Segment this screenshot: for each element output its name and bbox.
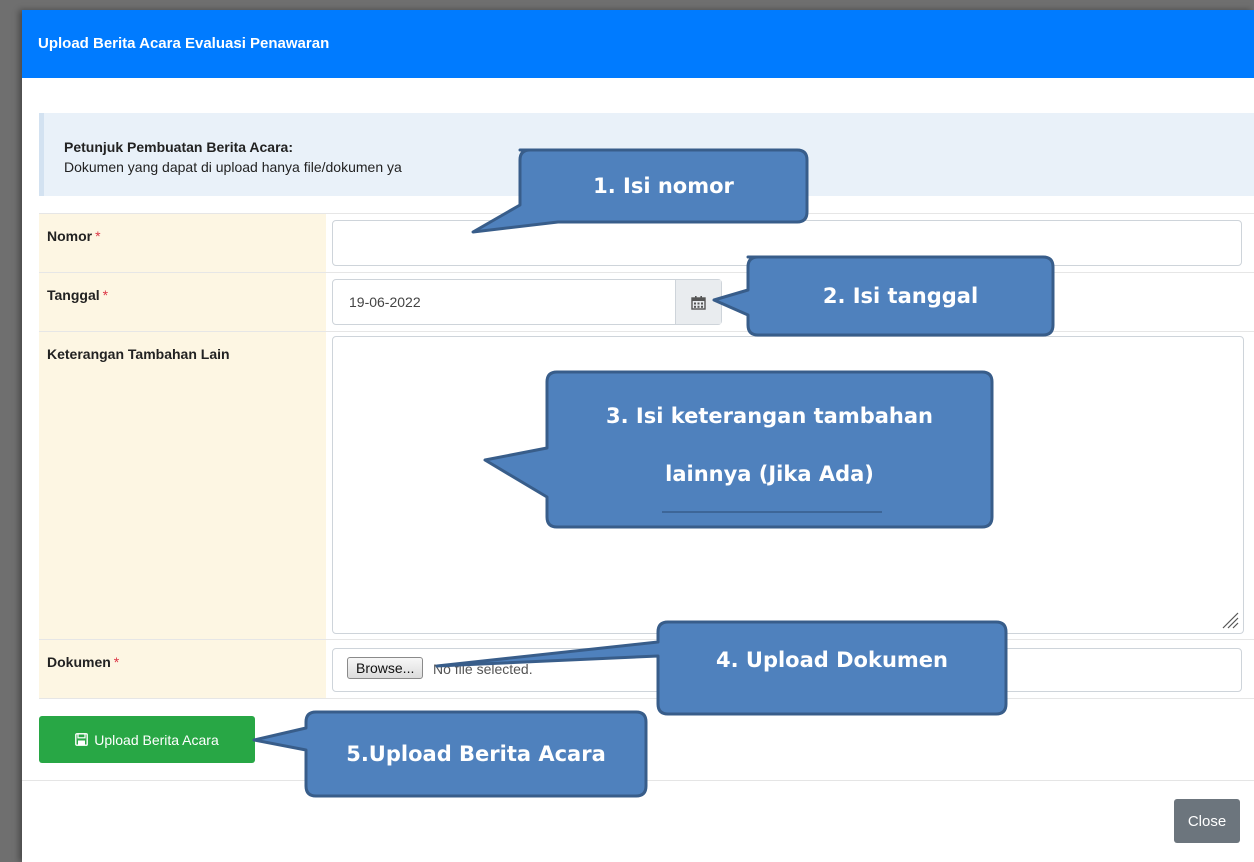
callout-nomor-text: 1. Isi nomor	[593, 174, 734, 198]
callout-dokumen-text: 4. Upload Dokumen	[716, 648, 948, 672]
callout-upload-text: 5.Upload Berita Acara	[346, 742, 606, 766]
callout-tanggal-text: 2. Isi tanggal	[822, 284, 979, 308]
callout-keterangan-text-line1: 3. Isi keterangan tambahan	[606, 404, 933, 428]
callout-keterangan-text-line2: lainnya (Jika Ada)	[665, 462, 874, 486]
